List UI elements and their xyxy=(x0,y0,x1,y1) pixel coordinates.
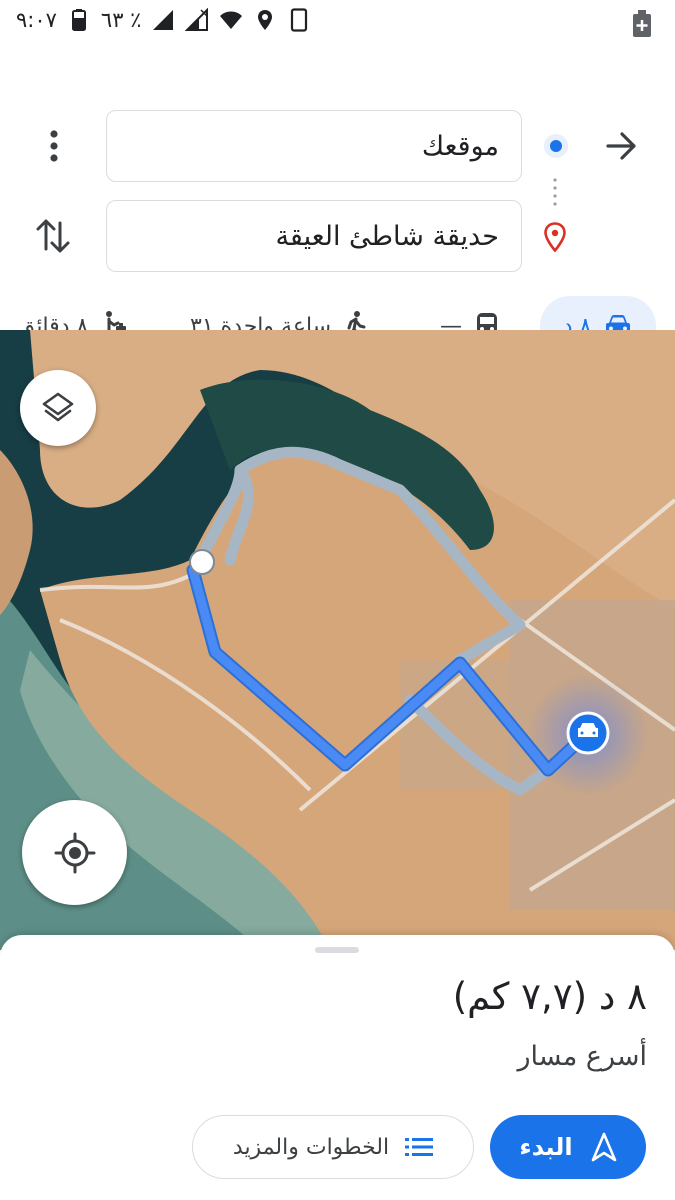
map-view[interactable] xyxy=(0,330,675,950)
destination-field[interactable]: حديقة شاطئ العيقة xyxy=(106,200,522,272)
layers-icon xyxy=(42,392,74,422)
battery-percent: ٦٣ ٪ xyxy=(100,8,142,32)
start-navigation-button[interactable]: البدء xyxy=(490,1115,646,1179)
route-connector xyxy=(553,176,557,208)
no-signal-icon xyxy=(185,8,209,31)
steps-and-more-button[interactable]: الخطوات والمزيد xyxy=(192,1115,474,1179)
swap-icon[interactable] xyxy=(30,213,76,259)
location-icon xyxy=(258,10,273,30)
status-bar: ٩:٠٧ ٦٣ ٪ xyxy=(0,0,675,48)
navigation-arrow-icon xyxy=(591,1132,616,1162)
destination-marker[interactable] xyxy=(189,549,215,575)
route-description: أسرع مسار xyxy=(517,1041,647,1072)
steps-label: الخطوات والمزيد xyxy=(232,1134,390,1160)
battery-icon xyxy=(71,9,86,31)
wifi-icon xyxy=(220,11,243,29)
origin-field[interactable]: موقعك xyxy=(106,110,522,182)
more-vert-icon[interactable] xyxy=(36,122,72,170)
destination-value: حديقة شاطئ العيقة xyxy=(275,220,499,252)
directions-header: موقعك حديقة شاطئ العيقة ٨ د — ساعة واحدة… xyxy=(0,48,675,356)
layers-button[interactable] xyxy=(20,370,96,446)
route-eta: ٨ د (٧,٧ كم) xyxy=(453,975,647,1018)
origin-value: موقعك xyxy=(421,130,499,162)
destination-pin-icon xyxy=(544,222,566,252)
start-label: البدء xyxy=(519,1133,573,1161)
sheet-drag-handle[interactable] xyxy=(315,947,359,953)
eta-distance: (٧,٧ كم) xyxy=(452,975,588,1018)
eta-duration: ٨ د xyxy=(598,975,647,1018)
route-bottom-sheet[interactable]: ٨ د (٧,٧ كم) أسرع مسار البدء الخطوات وال… xyxy=(0,935,675,1200)
back-arrow-icon[interactable] xyxy=(598,122,646,170)
status-time: ٩:٠٧ xyxy=(16,8,57,32)
phone-icon xyxy=(291,8,308,32)
origin-dot-icon xyxy=(544,134,568,158)
list-icon xyxy=(405,1138,434,1156)
my-location-button[interactable] xyxy=(22,800,127,905)
my-location-icon xyxy=(54,832,95,873)
signal-icon xyxy=(153,10,174,30)
battery-saver-icon xyxy=(633,10,651,37)
